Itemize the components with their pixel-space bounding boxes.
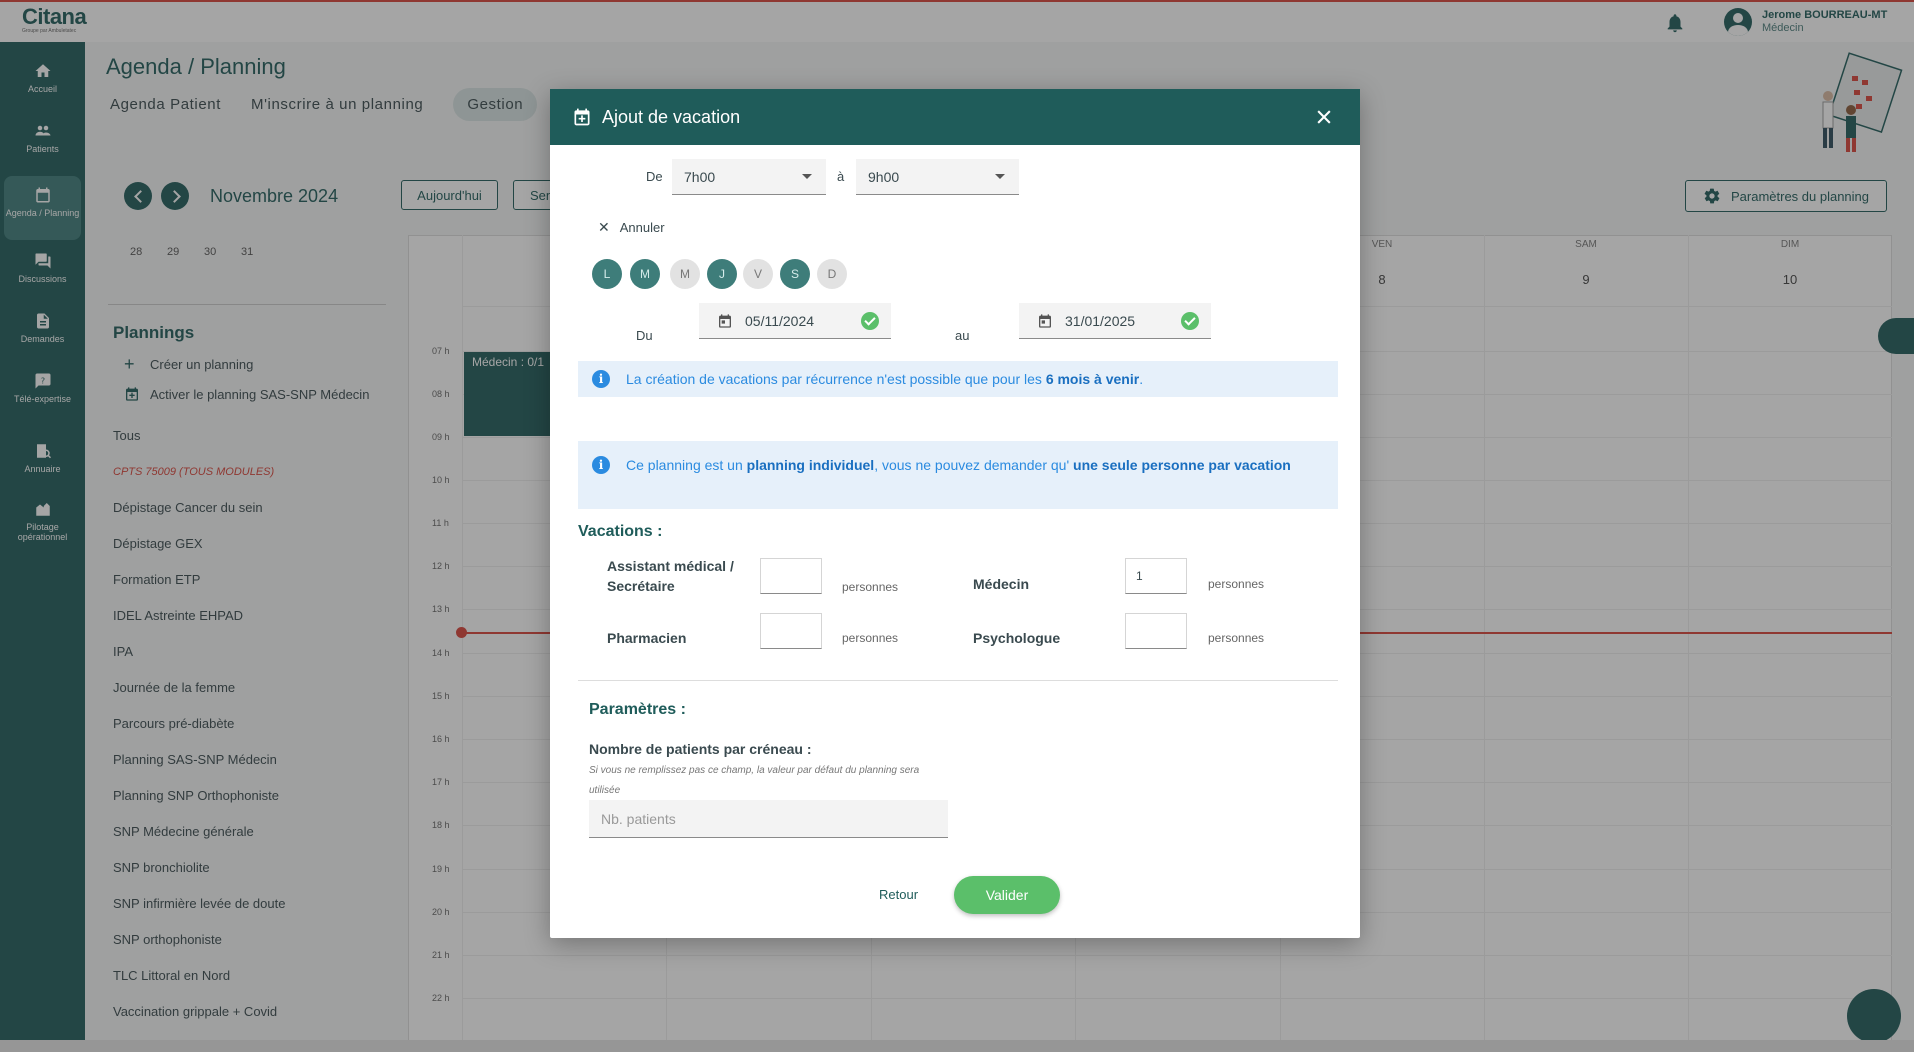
cancel-recurrence-link[interactable]: ✕ Annuler <box>598 219 665 236</box>
vacations-heading: Vacations : <box>578 523 663 540</box>
info-text: . <box>1139 371 1144 387</box>
info-icon: i <box>592 456 610 474</box>
info-emphasis: 6 mois à venir <box>1045 371 1140 387</box>
from-label: De <box>646 169 663 184</box>
weekday-toggle-v[interactable]: V <box>743 259 773 289</box>
info-emphasis: planning individuel <box>746 457 875 473</box>
info-text: La création de vacations par récurrence … <box>626 371 1046 387</box>
role-label: Psychologue <box>973 630 1061 646</box>
recurrence-info-banner: i La création de vacations par récurrenc… <box>578 361 1338 397</box>
back-button[interactable]: Retour <box>879 887 918 902</box>
add-vacation-modal: Ajout de vacation De 7h00 à 9h00 ✕ Annul… <box>550 89 1360 938</box>
individual-planning-info-banner: i Ce planning est un planning individuel… <box>578 441 1338 509</box>
check-icon <box>861 312 879 330</box>
info-icon: i <box>592 370 610 388</box>
parameters-heading: Paramètres : <box>589 701 686 718</box>
chevron-down-icon <box>995 174 1005 179</box>
calendar-icon <box>719 313 731 328</box>
close-icon: ✕ <box>598 219 610 235</box>
close-icon[interactable] <box>1314 107 1334 127</box>
medecin-count-input[interactable]: 1 <box>1125 558 1187 594</box>
check-icon <box>1181 312 1199 330</box>
end-date-value: 31/01/2025 <box>1065 312 1136 329</box>
submit-button[interactable]: Valider <box>954 876 1060 914</box>
end-time-value: 9h00 <box>868 168 900 185</box>
role-label: Assistant médical / Secrétaire <box>607 558 734 594</box>
psychologue-count-input[interactable] <box>1125 613 1187 649</box>
start-date-field[interactable]: 05/11/2024 <box>699 303 891 339</box>
info-text: Ce planning est un <box>626 457 747 473</box>
recurrence-info-text: La création de vacations par récurrence … <box>626 369 1143 389</box>
unit-label: personnes <box>1208 577 1265 591</box>
patients-per-slot-input[interactable]: Nb. patients <box>589 800 948 838</box>
chevron-down-icon <box>802 174 812 179</box>
cancel-recurrence-label: Annuler <box>619 220 665 235</box>
pharmacien-count-input[interactable] <box>760 613 822 649</box>
unit-label: personnes <box>842 580 899 594</box>
info-text: , vous ne pouvez demander qu' <box>874 457 1074 473</box>
start-time-select[interactable]: 7h00 <box>672 159 826 195</box>
end-time-select[interactable]: 9h00 <box>856 159 1019 195</box>
weekday-toggle-d[interactable]: D <box>817 259 847 289</box>
unit-label: personnes <box>1208 631 1265 645</box>
weekday-toggle-s[interactable]: S <box>780 259 810 289</box>
end-date-label: au <box>955 328 970 343</box>
end-date-field[interactable]: 31/01/2025 <box>1019 303 1211 339</box>
patients-per-slot-hint: Si vous ne remplissez pas ce champ, la v… <box>589 765 920 796</box>
individual-planning-info-text: Ce planning est un planning individuel, … <box>626 455 1296 475</box>
role-label: Pharmacien <box>607 630 687 646</box>
modal-title: Ajout de vacation <box>602 106 741 127</box>
modal-header: Ajout de vacation <box>550 89 1360 145</box>
to-label: à <box>837 169 845 184</box>
calendar-icon <box>1039 313 1051 328</box>
weekday-toggle-j[interactable]: J <box>707 259 737 289</box>
weekday-toggle-m1[interactable]: M <box>630 259 660 289</box>
start-date-label: Du <box>636 328 653 343</box>
weekday-toggle-l[interactable]: L <box>592 259 622 289</box>
start-time-value: 7h00 <box>684 168 716 185</box>
weekday-toggle-m2[interactable]: M <box>670 259 700 289</box>
role-label: Médecin <box>973 576 1030 592</box>
section-divider <box>578 680 1338 681</box>
unit-label: personnes <box>842 631 899 645</box>
info-emphasis: une seule personne par vacation <box>1073 457 1291 473</box>
patients-per-slot-label: Nombre de patients par créneau : <box>589 741 812 757</box>
assistant-count-input[interactable] <box>760 558 822 594</box>
calendar-plus-icon <box>574 108 590 126</box>
start-date-value: 05/11/2024 <box>745 312 815 329</box>
